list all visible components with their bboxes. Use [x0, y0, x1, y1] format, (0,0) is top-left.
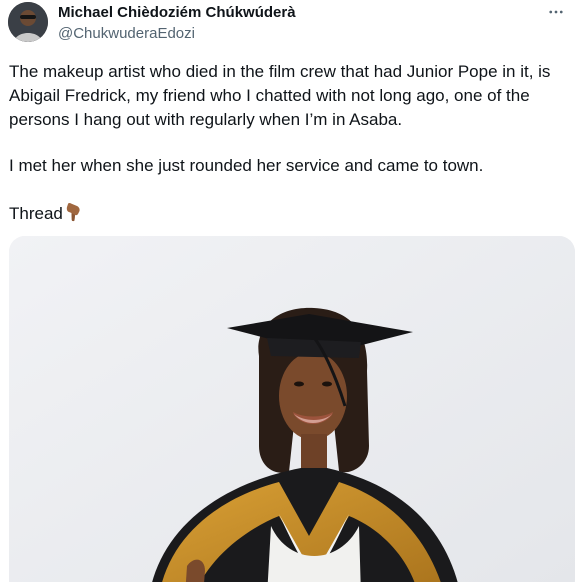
tweet-paragraph-thread: Thread	[9, 202, 569, 229]
pointing-down-hand-icon	[64, 202, 82, 229]
thread-label: Thread	[9, 204, 63, 223]
tweet-paragraph: I met her when she just rounded her serv…	[9, 156, 484, 175]
tweet: Michael Chièdoziém Chúkwúderà @Chukwuder…	[0, 0, 576, 582]
tweet-text: The makeup artist who died in the film c…	[9, 60, 569, 253]
tweet-photo[interactable]	[9, 236, 575, 582]
user-avatar-icon	[8, 2, 48, 42]
author-handle[interactable]: @ChukwuderaEdozi	[58, 25, 195, 42]
tweet-paragraph: The makeup artist who died in the film c…	[9, 62, 551, 129]
more-button[interactable]	[544, 0, 568, 24]
more-horizontal-icon	[549, 10, 563, 14]
author-name[interactable]: Michael Chièdoziém Chúkwúderà	[58, 4, 296, 21]
author-avatar[interactable]	[8, 2, 48, 42]
graduate-portrait-image	[9, 236, 575, 582]
